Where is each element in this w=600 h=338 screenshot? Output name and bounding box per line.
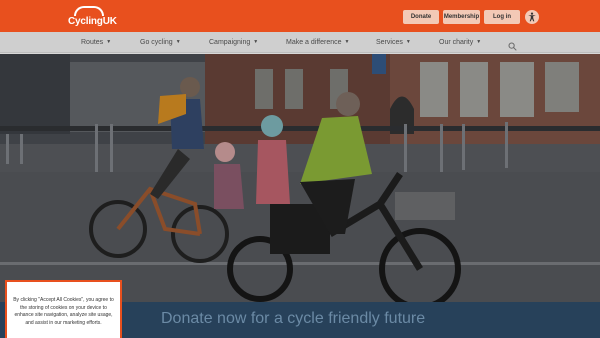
nav-item-make-a-difference[interactable]: Make a difference ▼ <box>286 39 349 46</box>
chevron-down-icon: ▼ <box>253 39 259 45</box>
donate-button[interactable]: Donate <box>403 10 439 24</box>
nav-item-services[interactable]: Services ▼ <box>376 39 411 46</box>
membership-button[interactable]: Membership <box>443 10 480 24</box>
chevron-down-icon: ▼ <box>106 39 112 45</box>
nav-item-go-cycling[interactable]: Go cycling ▼ <box>140 39 181 46</box>
nav-item-campaigning[interactable]: Campaigning ▼ <box>209 39 258 46</box>
cookie-text: By clicking "Accept All Cookies", you ag… <box>13 297 114 326</box>
chevron-down-icon: ▼ <box>175 39 181 45</box>
nav-item-label: Go cycling <box>140 39 173 46</box>
hero-illustration <box>0 54 600 302</box>
top-bar: CyclingUK Donate Membership Log in <box>0 0 600 32</box>
cookie-consent-dialog: By clicking "Accept All Cookies", you ag… <box>5 280 122 338</box>
nav-item-label: Services <box>376 39 403 46</box>
login-button[interactable]: Log in <box>484 10 520 24</box>
nav-item-label: Make a difference <box>286 39 342 46</box>
main-nav: Routes ▼ Go cycling ▼ Campaigning ▼ Make a … <box>0 32 600 53</box>
banner-title: Donate now for a cycle friendly future <box>161 310 426 327</box>
nav-item-label: Routes <box>81 39 104 46</box>
logo-arc-icon <box>74 6 104 16</box>
nav-item-our-charity[interactable]: Our charity ▼ <box>439 39 481 46</box>
chevron-down-icon: ▼ <box>405 39 411 45</box>
hero-photo <box>0 54 600 302</box>
chevron-down-icon: ▼ <box>476 39 482 45</box>
chevron-down-icon: ▼ <box>344 39 350 45</box>
nav-item-label: Campaigning <box>209 39 251 46</box>
nav-item-routes[interactable]: Routes ▼ <box>81 39 111 46</box>
nav-item-label: Our charity <box>439 39 474 46</box>
search-icon[interactable] <box>508 38 517 51</box>
cycling-uk-logo[interactable]: CyclingUK <box>66 6 117 28</box>
accessibility-icon[interactable] <box>525 10 539 24</box>
logo-text: CyclingUK <box>68 16 117 27</box>
